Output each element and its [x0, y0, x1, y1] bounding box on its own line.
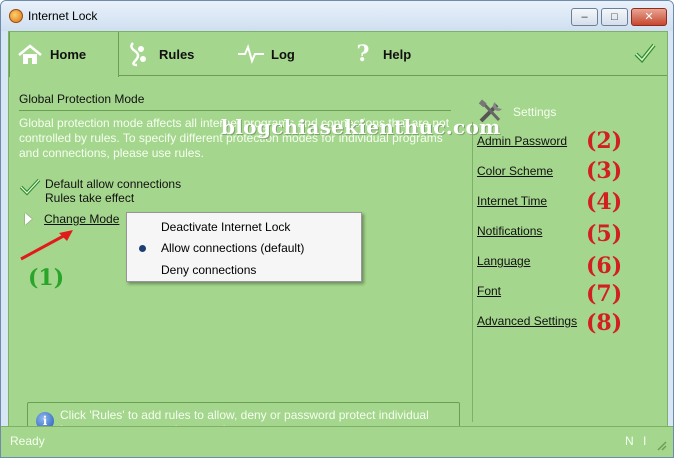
admin-password-link[interactable]: Admin Password: [477, 134, 567, 148]
state-line-1: Default allow connections: [45, 177, 182, 191]
annotation-number-4: (4): [586, 189, 623, 215]
status-text: Ready: [10, 434, 45, 448]
annotation-number-6: (6): [586, 253, 623, 279]
section-title: Global Protection Mode: [19, 92, 451, 111]
tab-bar: Home Rules Log ? Help: [9, 32, 667, 77]
help-icon: ?: [356, 41, 370, 67]
tools-icon: [477, 99, 507, 125]
tab-rules-label: Rules: [159, 46, 195, 62]
advanced-settings-link[interactable]: Advanced Settings: [477, 314, 577, 328]
settings-panel: Settings: [477, 99, 667, 125]
tab-log[interactable]: Log: [237, 32, 337, 76]
annotation-number-7: (7): [586, 281, 623, 307]
annotation-arrow-icon: [20, 230, 73, 261]
language-link[interactable]: Language: [477, 254, 530, 268]
notifications-link[interactable]: Notifications: [477, 224, 542, 238]
tab-home-label: Home: [50, 47, 87, 62]
protection-status-check-icon: [633, 42, 657, 69]
annotation-number-5: (5): [586, 221, 623, 247]
app-logo-icon: [9, 9, 23, 23]
expand-arrow-icon: [25, 213, 32, 225]
watermark: blogchiasekienthuc.com: [221, 115, 501, 139]
tab-log-label: Log: [271, 46, 295, 62]
maximize-button[interactable]: □: [601, 8, 628, 26]
status-bar: [1, 426, 673, 457]
annotation-number-8: (8): [586, 310, 623, 336]
home-icon: [16, 43, 44, 67]
rules-icon: [125, 42, 153, 67]
menu-item-deny[interactable]: Deny connections: [161, 263, 256, 277]
check-icon: [19, 177, 45, 199]
tab-home[interactable]: Home: [9, 32, 119, 77]
title-bar: Internet Lock – □ ✕: [1, 1, 673, 31]
tab-help[interactable]: ? Help: [349, 32, 449, 76]
window-title: Internet Lock: [28, 9, 98, 23]
selected-radio-icon: [139, 245, 146, 252]
log-icon: [237, 42, 265, 66]
state-line-2: Rules take effect: [45, 191, 135, 205]
change-mode-label[interactable]: Change Mode: [44, 212, 119, 226]
annotation-number-1: (1): [28, 265, 65, 291]
vertical-divider: [472, 122, 473, 422]
annotation-number-2: (2): [586, 128, 623, 154]
change-mode-link[interactable]: Change Mode: [25, 212, 119, 226]
color-scheme-link[interactable]: Color Scheme: [477, 164, 553, 178]
close-button[interactable]: ✕: [631, 8, 667, 26]
change-mode-menu: Deactivate Internet Lock Allow connectio…: [126, 212, 362, 282]
settings-heading-label: Settings: [513, 105, 557, 119]
current-state: Default allow connections Rules take eff…: [19, 177, 181, 205]
tab-rules[interactable]: Rules: [125, 32, 225, 76]
internet-time-link[interactable]: Internet Time: [477, 194, 547, 208]
app-window: Internet Lock – □ ✕ Home Rules Log ? Hel…: [0, 0, 674, 458]
annotation-number-3: (3): [586, 158, 623, 184]
menu-item-allow[interactable]: Allow connections (default): [161, 241, 304, 255]
menu-item-deactivate[interactable]: Deactivate Internet Lock: [161, 220, 290, 234]
tab-help-label: Help: [383, 46, 412, 62]
resize-grip-icon[interactable]: [655, 439, 667, 451]
settings-heading: Settings: [477, 99, 667, 125]
keyboard-indicator: N I: [625, 434, 650, 448]
font-link[interactable]: Font: [477, 284, 501, 298]
minimize-button[interactable]: –: [571, 8, 598, 26]
